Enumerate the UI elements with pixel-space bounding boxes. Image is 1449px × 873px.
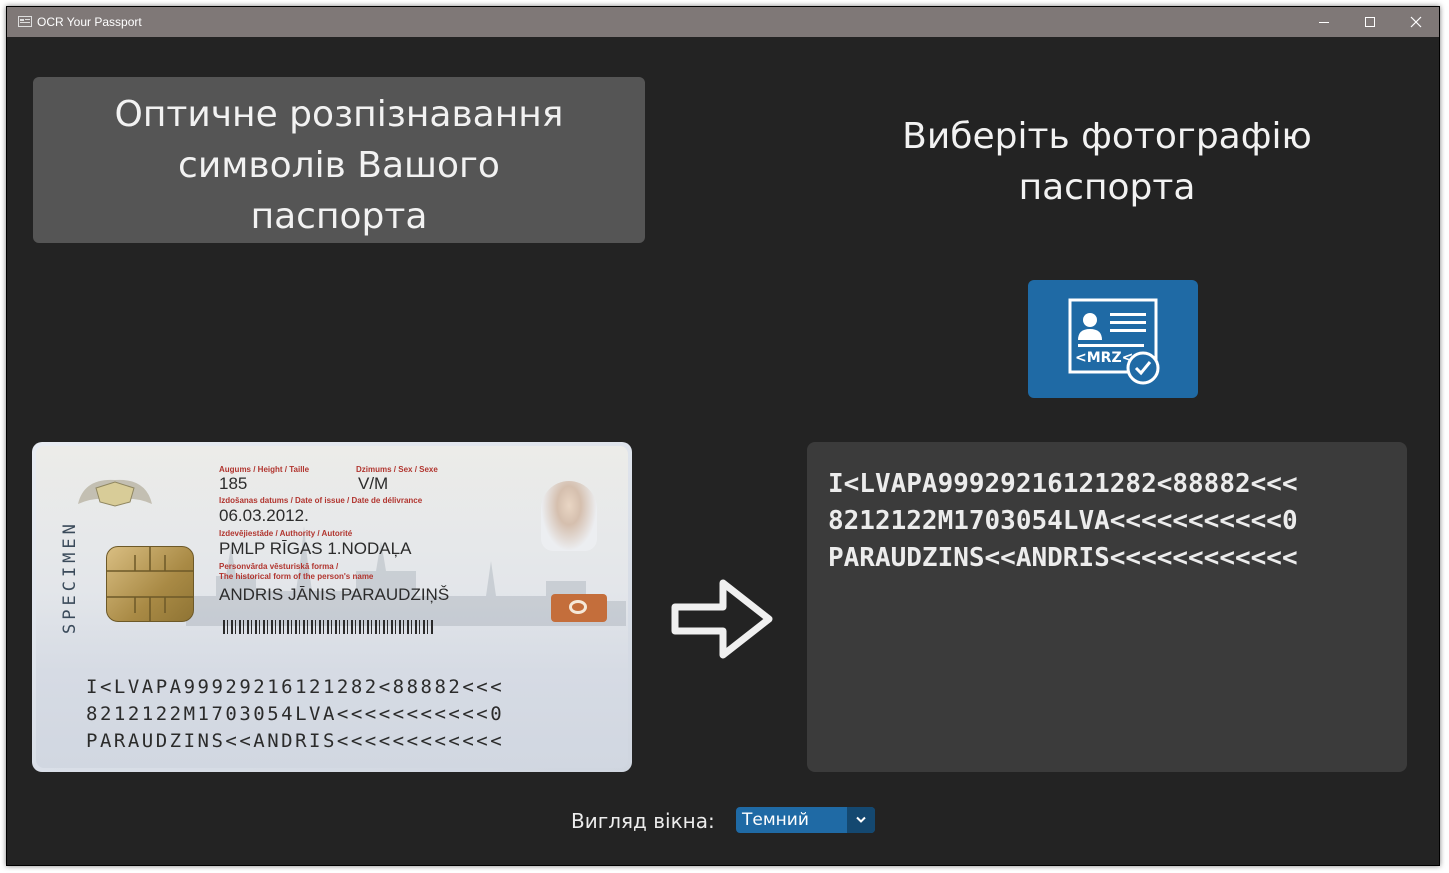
issue-date-value: 06.03.2012. <box>219 506 309 525</box>
card-mrz-zone: I<LVAPA99929216121282<88882<<< 8212122M17… <box>86 674 504 755</box>
maximize-button[interactable] <box>1347 7 1393 37</box>
card-surface: SPECIMEN Augums / Height / Taille 185 Dz… <box>36 446 628 768</box>
mrz-icon-text: <MRZ< <box>1075 350 1133 366</box>
title-line-1: Оптичне розпізнавання <box>114 94 564 135</box>
title-line-3: паспорта <box>250 196 428 237</box>
mrz-result-box[interactable]: I<LVAPA99929216121282<88882<<< 8212122M17… <box>807 442 1407 772</box>
chevron-down-icon <box>856 816 866 823</box>
maximize-icon <box>1365 17 1375 27</box>
minimize-button[interactable] <box>1301 7 1347 37</box>
heading-panel: Оптичне розпізнавання символів Вашого па… <box>33 77 645 243</box>
historical-name-value: ANDRIS JĀNIS PARAUDZIŅŠ <box>219 585 450 604</box>
mrz-result-line-2: 8212122M1703054LVA<<<<<<<<<<<0 <box>828 506 1298 536</box>
authority-value: PMLP RĪGAS 1.NODAĻA <box>219 539 412 558</box>
name-form-label-1: Personvārda vēsturiskā forma / <box>219 562 339 571</box>
holder-photo <box>541 481 597 551</box>
close-icon <box>1410 16 1422 28</box>
id-card-mrz-icon: <MRZ< <box>1068 298 1160 385</box>
sex-label: Dzimums / Sex / Sexe <box>356 465 438 474</box>
minimize-icon <box>1319 22 1329 23</box>
specimen-watermark: SPECIMEN <box>60 520 80 634</box>
smart-chip <box>106 546 194 622</box>
page-title: Оптичне розпізнавання символів Вашого па… <box>33 89 645 242</box>
choose-line-1: Виберіть фотографію <box>902 116 1312 157</box>
choose-photo-button[interactable]: <MRZ< <box>1028 280 1198 398</box>
window-title: OCR Your Passport <box>37 15 142 29</box>
app-window: OCR Your Passport Оптичне розпізнавання … <box>6 6 1440 866</box>
issue-date-label: Izdošanas datums / Date of issue / Date … <box>219 496 423 505</box>
choose-photo-label: Виберіть фотографію паспорта <box>867 111 1347 213</box>
contactless-symbol <box>551 594 607 622</box>
card-barcode <box>223 620 433 634</box>
sex-value: V/M <box>358 474 389 493</box>
appearance-selected-value: Темний <box>742 810 809 830</box>
height-value: 185 <box>219 474 248 493</box>
mrz-result-text[interactable]: I<LVAPA99929216121282<88882<<< 8212122M17… <box>828 466 1298 577</box>
passport-card-image: SPECIMEN Augums / Height / Taille 185 Dz… <box>32 442 632 772</box>
coat-of-arms-emblem <box>74 474 156 514</box>
mrz-result-line-3: PARAUDZINS<<ANDRIS<<<<<<<<<<<< <box>828 543 1298 573</box>
title-line-2: символів Вашого <box>178 145 500 186</box>
app-icon <box>18 16 32 27</box>
close-button[interactable] <box>1393 7 1439 37</box>
mrz-result-line-1: I<LVAPA99929216121282<88882<<< <box>828 469 1298 499</box>
card-mrz-line-3: PARAUDZINS<<ANDRIS<<<<<<<<<<<< <box>86 730 505 752</box>
authority-label: Izdevējiestāde / Authority / Autorité <box>219 529 353 538</box>
title-bar[interactable]: OCR Your Passport <box>7 7 1439 37</box>
card-mrz-line-1: I<LVAPA99929216121282<88882<<< <box>86 676 505 698</box>
arrow-right-icon <box>671 579 773 659</box>
name-form-label-2: The historical form of the person's name <box>219 572 374 581</box>
dropdown-button[interactable] <box>847 807 875 833</box>
height-label: Augums / Height / Taille <box>219 465 310 474</box>
appearance-mode-select[interactable]: Темний <box>736 807 875 833</box>
appearance-label: Вигляд вікна: <box>571 809 715 833</box>
card-mrz-line-2: 8212122M1703054LVA<<<<<<<<<<<0 <box>86 703 505 725</box>
choose-line-2: паспорта <box>1018 167 1196 208</box>
